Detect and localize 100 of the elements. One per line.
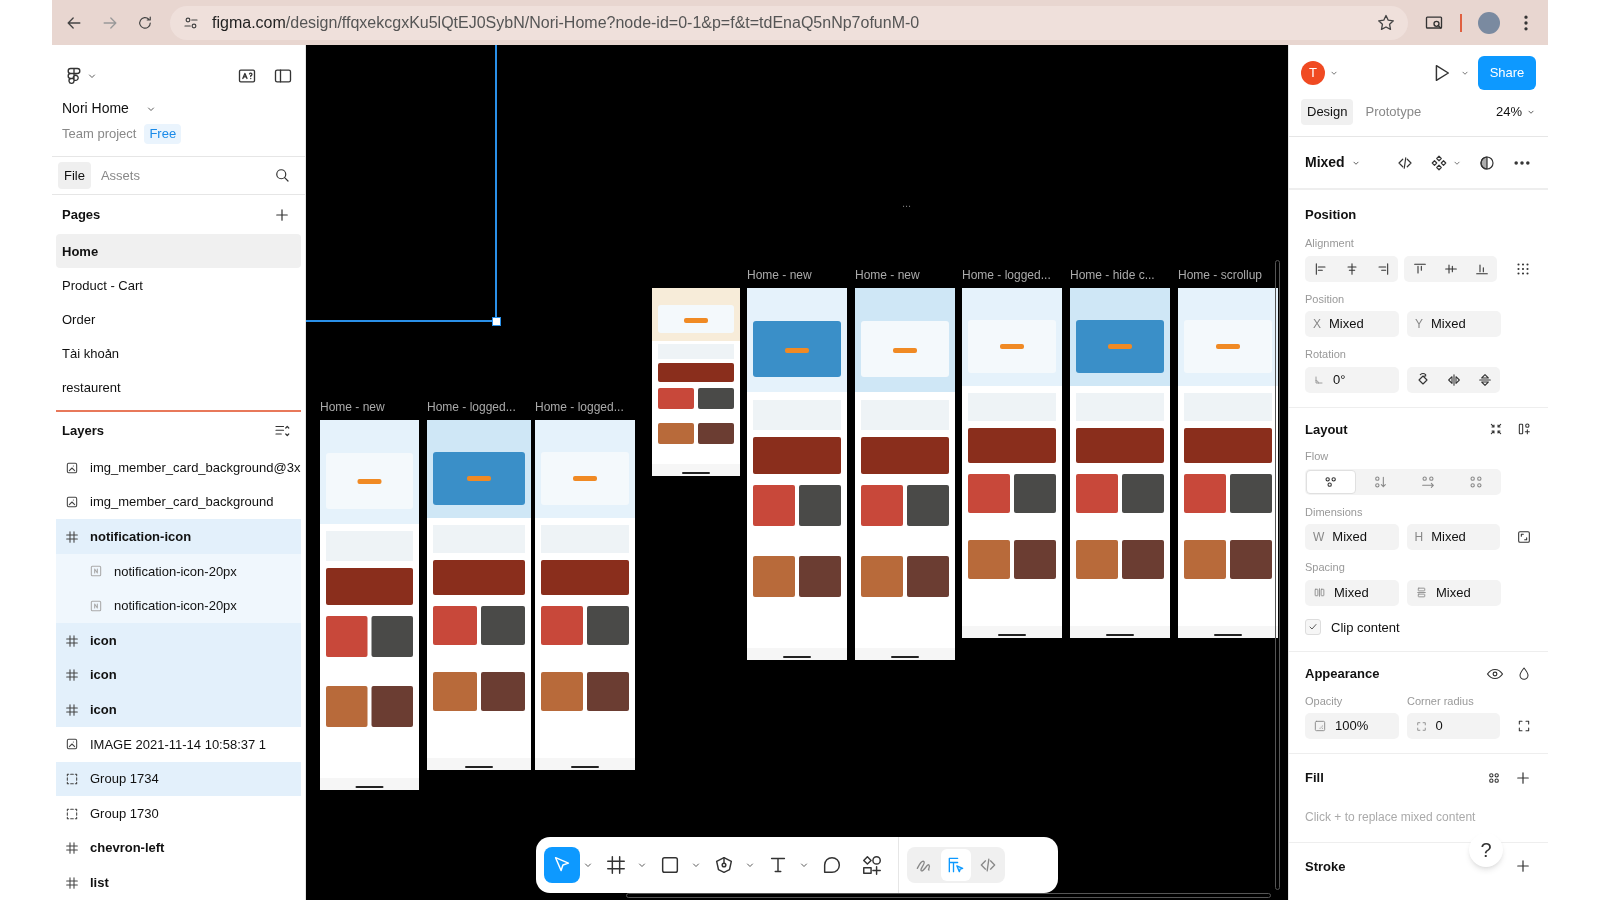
layer-item[interactable]: Group 1734	[56, 761, 301, 797]
resize-icon[interactable]	[1516, 529, 1532, 545]
layer-item[interactable]: img_member_card_background@3x	[56, 450, 301, 485]
position-field[interactable]: X Mixed	[1305, 311, 1399, 337]
hash-icon	[605, 854, 627, 876]
field-label: Corner radius	[1407, 693, 1475, 709]
page-item[interactable]: Home	[56, 234, 301, 269]
corners-icon[interactable]	[1516, 718, 1532, 734]
spacing-field[interactable]: Mixed	[1407, 579, 1501, 606]
layer-item[interactable]: icon	[56, 623, 301, 658]
user-avatar[interactable]: T	[1301, 61, 1325, 85]
drop-icon[interactable]	[1516, 665, 1532, 682]
ruler-cursor-icon	[946, 855, 966, 875]
flow-option[interactable]	[1306, 469, 1356, 494]
frame-label[interactable]: Home - new	[320, 398, 385, 416]
corner-radius-field[interactable]: 0	[1406, 713, 1500, 739]
speech-bubble-icon	[821, 854, 843, 876]
section-title: Position	[1305, 207, 1357, 222]
frame-icon	[64, 840, 80, 857]
spacing-field[interactable]: Mixed	[1305, 579, 1399, 606]
corner-icon	[1414, 719, 1428, 733]
file-name[interactable]: Nori Home	[62, 98, 129, 120]
frame-label[interactable]: Home - logged...	[427, 398, 516, 416]
panel-tab[interactable]: Design	[1301, 99, 1354, 125]
dimension-field[interactable]: H Mixed	[1406, 524, 1500, 550]
frame-label: ...	[902, 196, 912, 211]
layer-item[interactable]: notification-icon-20px	[56, 588, 301, 624]
section-title: Stroke	[1305, 857, 1346, 876]
frame-icon	[64, 874, 80, 891]
url-text: figma.com/design/ffqxekcgxKu5lQtEJ0SybN/Nori-Home?node-id=0-1&p=f&t=tdEnaQ5nNp7ofunM-0	[212, 12, 920, 33]
frame-icon	[64, 632, 80, 649]
layer-item[interactable]: notification-icon	[56, 519, 301, 555]
checkbox-label: Clip content	[1331, 618, 1400, 637]
frame-label[interactable]: Home - logged...	[962, 266, 1051, 284]
team-name: Team project	[62, 125, 137, 144]
panel-tab[interactable]: File	[58, 161, 91, 190]
help-button[interactable]: ?	[1469, 833, 1503, 867]
address-bar[interactable]: figma.com/design/ffqxekcgxKu5lQtEJ0SybN/Nori-Home?node-id=0-1&p=f&t=tdEnaQ5nNp7ofunM-0	[170, 5, 1408, 40]
shapes-icon	[861, 854, 883, 876]
page-item[interactable]: Tài khoản	[56, 336, 301, 371]
layer-item[interactable]: chevron-left	[56, 830, 301, 866]
contrast-icon[interactable]	[1478, 153, 1496, 172]
layer-item[interactable]: img_member_card_background	[56, 484, 301, 520]
layer-item[interactable]: list	[56, 865, 301, 900]
section-title: Fill	[1305, 769, 1324, 787]
field-label: Rotation	[1305, 347, 1347, 362]
dimension-field[interactable]: W Mixed	[1305, 524, 1399, 550]
star-icon[interactable]	[1376, 12, 1396, 33]
layer-item[interactable]: Group 1730	[56, 796, 301, 831]
position-field[interactable]: Y Mixed	[1407, 311, 1501, 337]
frame-icon	[64, 701, 80, 718]
frame-label[interactable]: Home - scrollup	[1178, 266, 1263, 284]
frame-label[interactable]: Home - new	[855, 266, 920, 284]
vertical-flow-icon	[1372, 473, 1388, 490]
checkbox[interactable]	[1305, 619, 1321, 636]
layer-item[interactable]: icon	[56, 657, 301, 693]
flip-vertical-icon[interactable]	[1476, 371, 1493, 388]
pen-nib-icon	[713, 854, 735, 876]
flip-horizontal-icon[interactable]	[1445, 371, 1462, 388]
layer-item[interactable]: icon	[56, 692, 301, 727]
square-icon	[659, 854, 681, 876]
layer-item[interactable]: notification-icon-20px	[56, 554, 301, 589]
frame-label[interactable]: Home - logged...	[535, 398, 624, 416]
field-label: Spacing	[1305, 560, 1346, 575]
frame-label[interactable]: Home - hide c...	[1070, 266, 1155, 284]
frame-icon	[64, 528, 80, 545]
component-icon[interactable]	[1430, 153, 1448, 172]
field-label: Dimensions	[1305, 504, 1364, 520]
opacity-icon	[1313, 719, 1327, 733]
field-label: Position	[1305, 291, 1346, 307]
opacity-field[interactable]: 100%	[1305, 713, 1399, 739]
zoom-dropdown[interactable]: 24%	[1495, 102, 1536, 122]
field-label: Opacity	[1305, 693, 1344, 709]
resize-handle[interactable]	[492, 317, 501, 326]
horizontal-gap-icon	[1313, 586, 1326, 599]
field-label: Alignment	[1305, 236, 1355, 251]
field-label: Flow	[1305, 449, 1330, 464]
panel-tab[interactable]: Assets	[94, 161, 146, 190]
section-title: Layout	[1305, 420, 1348, 439]
reload-icon[interactable]	[136, 13, 154, 32]
section-title: Appearance	[1305, 665, 1380, 683]
layer-item[interactable]: IMAGE 2021-11-14 10:58:37 1	[56, 727, 301, 762]
page-item[interactable]: Product - Cart	[56, 268, 301, 303]
selection-dropdown[interactable]: Mixed	[1305, 152, 1361, 173]
section-title: Layers	[62, 422, 104, 441]
rotation-field[interactable]: 0°	[1305, 366, 1399, 393]
grid-flow-icon	[1468, 473, 1484, 490]
frame-label[interactable]: Home - new	[747, 266, 812, 284]
page-item[interactable]: Order	[56, 302, 301, 337]
vertical-gap-icon	[1415, 586, 1428, 599]
scrollbar[interactable]	[626, 893, 1271, 898]
frame-icon	[64, 667, 80, 684]
move-tool[interactable]	[544, 847, 580, 883]
section-title: Pages	[62, 205, 101, 224]
fill-hint: Click + to replace mixed content	[1305, 808, 1477, 826]
design-mode-tab[interactable]	[941, 849, 971, 881]
scrollbar[interactable]	[1275, 260, 1280, 890]
page-item[interactable]: restaurent	[56, 370, 301, 405]
panel-tab[interactable]: Prototype	[1359, 99, 1428, 125]
horizontal-flow-icon	[1420, 473, 1436, 490]
